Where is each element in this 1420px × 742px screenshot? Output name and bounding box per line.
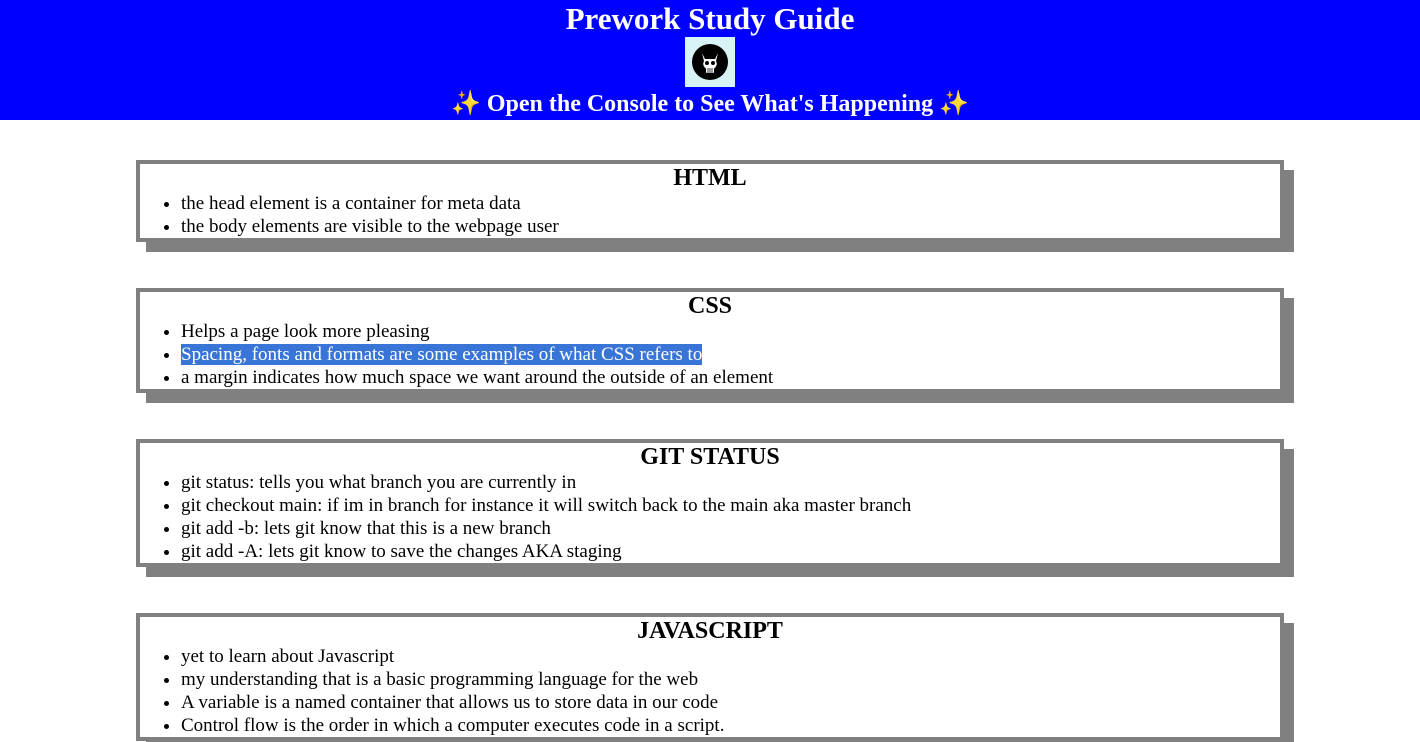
sparkles-icon: ✨ bbox=[939, 91, 970, 117]
list-item: git checkout main: if im in branch for i… bbox=[181, 494, 1280, 517]
section-list: Helps a page look more pleasing Spacing,… bbox=[140, 320, 1280, 389]
list-item: Helps a page look more pleasing bbox=[181, 320, 1280, 343]
list-item: the head element is a container for meta… bbox=[181, 192, 1280, 215]
page-subtitle: ✨ Open the Console to See What's Happeni… bbox=[0, 88, 1420, 120]
selected-text[interactable]: Spacing, fonts and formats are some exam… bbox=[181, 344, 703, 365]
list-item: the body elements are visible to the web… bbox=[181, 215, 1280, 238]
study-guide-content: HTML the head element is a container for… bbox=[136, 160, 1284, 741]
list-item: git status: tells you what branch you ar… bbox=[181, 471, 1280, 494]
list-item: git add -b: lets git know that this is a… bbox=[181, 517, 1280, 540]
section-title: CSS bbox=[687, 293, 733, 319]
cat-skull-logo-icon bbox=[685, 37, 735, 87]
section-list: yet to learn about Javascript my underst… bbox=[140, 645, 1280, 737]
list-item: a margin indicates how much space we wan… bbox=[181, 366, 1280, 389]
sparkles-icon: ✨ bbox=[450, 91, 481, 117]
section-git-status: GIT STATUS git status: tells you what br… bbox=[136, 439, 1284, 567]
list-item: yet to learn about Javascript bbox=[181, 645, 1280, 668]
section-title: JAVASCRIPT bbox=[637, 618, 783, 644]
section-list: git status: tells you what branch you ar… bbox=[140, 471, 1280, 563]
list-item: Spacing, fonts and formats are some exam… bbox=[181, 343, 1280, 366]
section-title: GIT STATUS bbox=[640, 444, 780, 470]
page-title: Prework Study Guide bbox=[565, 1, 855, 36]
page-header: Prework Study Guide ✨ Open the Console t… bbox=[0, 0, 1420, 120]
section-html: HTML the head element is a container for… bbox=[136, 160, 1284, 242]
list-item: git add -A: lets git know to save the ch… bbox=[181, 540, 1280, 563]
subtitle-text: Open the Console to See What's Happening bbox=[486, 91, 934, 117]
section-title: HTML bbox=[673, 165, 747, 191]
list-item: Control flow is the order in which a com… bbox=[181, 714, 1280, 737]
list-item: A variable is a named container that all… bbox=[181, 691, 1280, 714]
section-css: CSS Helps a page look more pleasing Spac… bbox=[136, 288, 1284, 393]
list-item: my understanding that is a basic program… bbox=[181, 668, 1280, 691]
section-list: the head element is a container for meta… bbox=[140, 192, 1280, 238]
section-javascript: JAVASCRIPT yet to learn about Javascript… bbox=[136, 613, 1284, 741]
